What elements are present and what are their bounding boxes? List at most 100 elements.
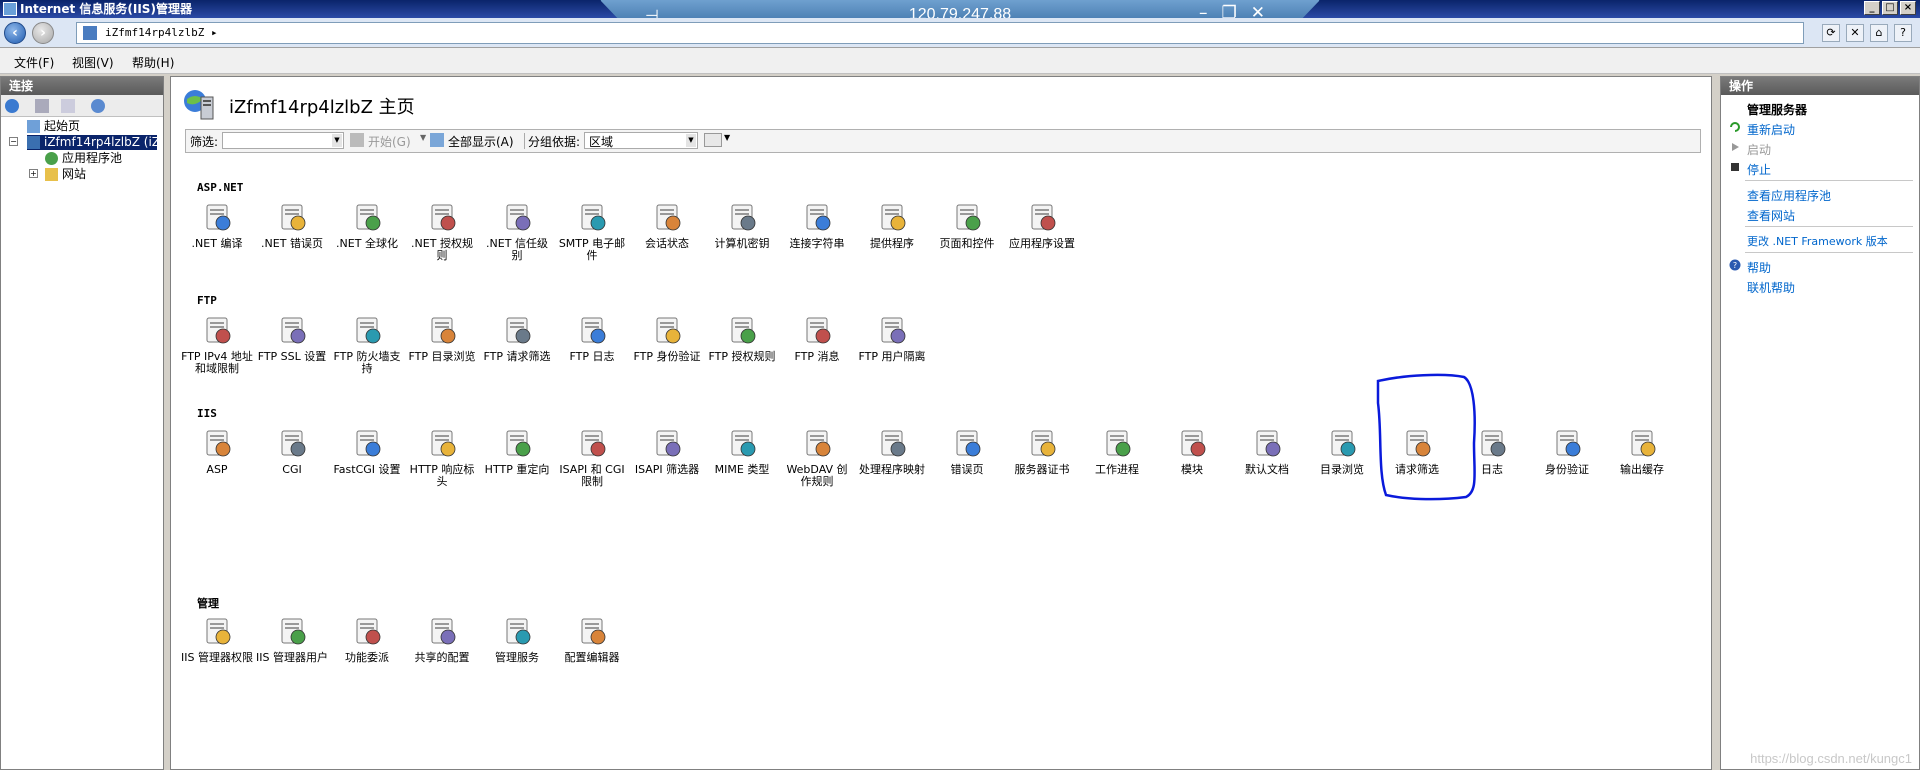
feature-label: HTTP 重定向: [484, 463, 550, 476]
feature-tile[interactable]: HTTP 响应标头: [406, 427, 478, 488]
connect-icon[interactable]: [5, 99, 19, 113]
feature-tile[interactable]: HTTP 重定向: [481, 427, 553, 476]
start-filter-button[interactable]: 开始(G): [368, 133, 411, 150]
feature-icon: [431, 317, 456, 344]
stop-link[interactable]: 停止: [1747, 161, 1771, 178]
feature-tile[interactable]: ISAPI 筛选器: [631, 427, 703, 476]
help-icon[interactable]: ?: [1894, 24, 1912, 42]
stop-icon[interactable]: ✕: [1846, 24, 1864, 42]
feature-tile[interactable]: SMTP 电子邮件: [556, 201, 628, 262]
view-dropdown-icon[interactable]: ▼: [724, 133, 730, 142]
feature-tile[interactable]: 共享的配置: [406, 615, 478, 664]
minimize-button[interactable]: _: [1864, 1, 1880, 15]
feature-tile[interactable]: 功能委派: [331, 615, 403, 664]
feature-tile[interactable]: .NET 编译: [181, 201, 253, 250]
feature-label: 工作进程: [1095, 463, 1139, 476]
svg-text:?: ?: [1733, 261, 1737, 270]
feature-tile[interactable]: 处理程序映射: [856, 427, 928, 476]
menu-file[interactable]: 文件(F): [14, 54, 54, 71]
feature-tile[interactable]: 应用程序设置: [1006, 201, 1078, 250]
feature-tile[interactable]: IIS 管理器用户: [256, 615, 328, 664]
collapse-server-icon[interactable]: −: [9, 137, 18, 146]
feature-tile[interactable]: 服务器证书: [1006, 427, 1078, 476]
view-sites-link[interactable]: 查看网站: [1747, 207, 1795, 224]
feature-tile[interactable]: 会话状态: [631, 201, 703, 250]
home-icon[interactable]: ⌂: [1870, 24, 1888, 42]
feature-tile[interactable]: 目录浏览: [1306, 427, 1378, 476]
filter-input[interactable]: ▼: [222, 132, 344, 149]
disconnect-icon[interactable]: [91, 99, 105, 113]
feature-label: 默认文档: [1245, 463, 1289, 476]
iis-app-icon: [3, 2, 17, 16]
feature-icon: [581, 204, 606, 231]
feature-tile[interactable]: 计算机密钥: [706, 201, 778, 250]
feature-tile[interactable]: 错误页: [931, 427, 1003, 476]
tree-item-start-page[interactable]: 起始页: [27, 119, 80, 134]
feature-tile[interactable]: FTP 防火墙支持: [331, 314, 403, 375]
change-framework-link[interactable]: 更改 .NET Framework 版本: [1747, 233, 1888, 249]
back-button[interactable]: ‹: [4, 22, 26, 44]
feature-tile[interactable]: FTP 日志: [556, 314, 628, 363]
feature-tile[interactable]: FTP IPv4 地址和域限制: [181, 314, 253, 375]
feature-tile[interactable]: FTP 请求筛选: [481, 314, 553, 363]
feature-tile[interactable]: ISAPI 和 CGI 限制: [556, 427, 628, 488]
view-mode-icon[interactable]: [704, 133, 722, 147]
feature-icon: [581, 618, 606, 645]
feature-tile[interactable]: FTP 授权规则: [706, 314, 778, 363]
feature-tile[interactable]: MIME 类型: [706, 427, 778, 476]
help-link[interactable]: 帮助: [1747, 259, 1771, 276]
feature-tile[interactable]: .NET 错误页: [256, 201, 328, 250]
feature-tile[interactable]: FastCGI 设置: [331, 427, 403, 476]
online-help-link[interactable]: 联机帮助: [1747, 279, 1795, 296]
toolbar-separator: [524, 133, 525, 149]
feature-tile[interactable]: 提供程序: [856, 201, 928, 250]
menu-help[interactable]: 帮助(H): [132, 54, 174, 71]
forward-button[interactable]: ›: [32, 22, 54, 44]
restart-link[interactable]: 重新启动: [1747, 121, 1795, 138]
feature-tile[interactable]: 身份验证: [1531, 427, 1603, 476]
feature-tile[interactable]: WebDAV 创作规则: [781, 427, 853, 488]
feature-tile[interactable]: 默认文档: [1231, 427, 1303, 476]
feature-label: 配置编辑器: [564, 651, 620, 664]
feature-tile[interactable]: ASP: [181, 427, 253, 476]
feature-tile[interactable]: 管理服务: [481, 615, 553, 664]
view-app-pools-link[interactable]: 查看应用程序池: [1747, 187, 1831, 204]
feature-tile[interactable]: FTP 身份验证: [631, 314, 703, 363]
feature-tile[interactable]: 输出缓存: [1606, 427, 1678, 476]
expand-sites-icon[interactable]: +: [29, 169, 38, 178]
feature-tile[interactable]: .NET 授权规则: [406, 201, 478, 262]
breadcrumb[interactable]: iZfmf14rp4lzlbZ ▸: [76, 22, 1804, 44]
tree-item-sites[interactable]: 网站: [45, 167, 86, 182]
group-by-select[interactable]: 区域 ▼: [584, 132, 698, 149]
feature-tile[interactable]: FTP 消息: [781, 314, 853, 363]
feature-tile[interactable]: 连接字符串: [781, 201, 853, 250]
feature-tile[interactable]: 模块: [1156, 427, 1228, 476]
tree-item-app-pools[interactable]: 应用程序池: [45, 151, 122, 166]
feature-tile[interactable]: 页面和控件: [931, 201, 1003, 250]
feature-tile[interactable]: 配置编辑器: [556, 615, 628, 664]
feature-tile[interactable]: CGI: [256, 427, 328, 476]
save-icon[interactable]: [35, 99, 49, 113]
feature-tile[interactable]: FTP 目录浏览: [406, 314, 478, 363]
refresh-icon[interactable]: ⟳: [1822, 24, 1840, 42]
menu-view[interactable]: 视图(V): [72, 54, 114, 71]
show-all-button[interactable]: 全部显示(A): [448, 133, 514, 150]
up-icon[interactable]: [61, 99, 75, 113]
binoculars-icon[interactable]: [350, 133, 364, 147]
feature-tile[interactable]: .NET 信任级别: [481, 201, 553, 262]
feature-icon: [1631, 430, 1656, 457]
restore-button[interactable]: □: [1882, 1, 1898, 15]
feature-tile[interactable]: FTP SSL 设置: [256, 314, 328, 363]
feature-label: FTP 防火墙支持: [333, 350, 401, 375]
start-link[interactable]: 启动: [1747, 141, 1771, 158]
feature-tile[interactable]: .NET 全球化: [331, 201, 403, 250]
tree-item-server[interactable]: iZfmf14rp4lzlbZ (iZf: [27, 135, 157, 150]
close-button[interactable]: ×: [1900, 1, 1916, 15]
breadcrumb-server[interactable]: iZfmf14rp4lzlbZ ▸: [105, 26, 218, 39]
start-dropdown-icon[interactable]: ▼: [420, 133, 426, 142]
feature-tile[interactable]: 工作进程: [1081, 427, 1153, 476]
feature-icon: [431, 204, 456, 231]
feature-tile[interactable]: FTP 用户隔离: [856, 314, 928, 363]
feature-icon: [1331, 430, 1356, 457]
feature-tile[interactable]: IIS 管理器权限: [181, 615, 253, 664]
